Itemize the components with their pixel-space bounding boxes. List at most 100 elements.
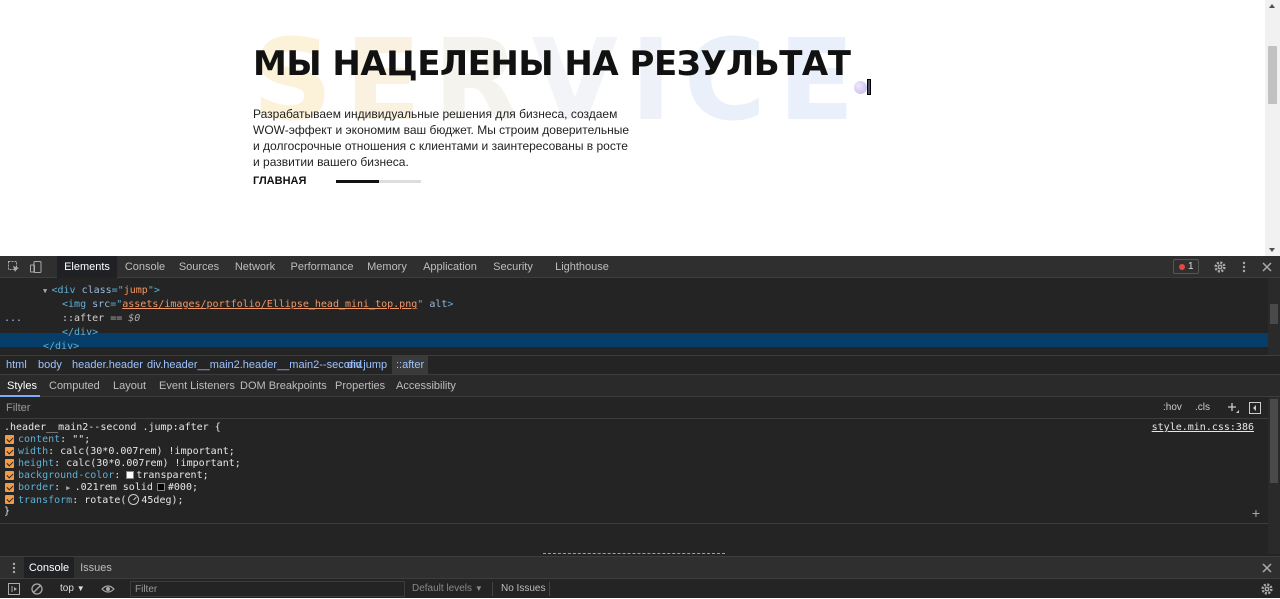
tab-elements[interactable]: Elements [57,256,117,278]
error-count: 1 [1188,261,1194,272]
breadcrumb-header-main2[interactable]: div.header__main2.header__main2--second [147,356,362,374]
breadcrumb-html[interactable]: html [6,356,27,374]
page-scrollbar[interactable] [1265,0,1280,256]
inspect-element-icon[interactable] [7,260,21,274]
breadcrumb-after[interactable]: ::after [392,356,429,374]
jump-ellipse-image [854,81,867,94]
add-property-plus-icon[interactable]: + [1252,505,1260,521]
page-viewport: SERVICE МЫ НАЦЕЛЕНЫ НА РЕЗУЛЬТАТ Разраба… [0,0,1280,256]
hover-state-toggle[interactable]: :hov [1163,401,1182,415]
dom-node-img[interactable]: <img src="assets/images/portfolio/Ellips… [62,298,453,312]
style-rules: .header__main2--second .jump:after { sty… [0,419,1268,554]
css-decl-width[interactable]: width: calc(30*0.007rem) !important; [18,446,235,458]
tab-accessibility[interactable]: Accessibility [396,375,456,397]
clear-console-icon[interactable] [30,582,44,596]
css-decl-height[interactable]: height: calc(30*0.007rem) !important; [18,458,241,470]
drawer-menu-icon[interactable] [7,561,21,575]
log-levels-select[interactable]: Default levels ▼ [412,579,483,599]
css-decl-content[interactable]: content: ""; [18,434,90,446]
dom-gutter-dots[interactable]: ... [4,312,22,326]
drawer-tab-issues[interactable]: Issues [78,557,114,579]
tab-network[interactable]: Network [231,256,279,278]
issues-counter[interactable]: No Issues [501,579,545,599]
tab-security[interactable]: Security [491,256,535,278]
tab-console[interactable]: Console [120,256,170,278]
slider-track[interactable] [336,180,421,183]
close-drawer-icon[interactable] [1260,561,1274,575]
tab-sources[interactable]: Sources [176,256,222,278]
color-swatch-transparent[interactable] [126,471,135,479]
checkbox-height[interactable] [5,459,14,468]
angle-clock-icon[interactable] [128,494,140,505]
styles-scrollbar-thumb[interactable] [1270,399,1278,483]
tab-memory[interactable]: Memory [364,256,410,278]
settings-gear-icon[interactable] [1213,260,1227,274]
drawer-tab-console[interactable]: Console [24,557,74,579]
sidebar-tabs: Styles Computed Layout Event Listeners D… [0,375,1280,397]
dom-node-div-jump[interactable]: ▼ <div class="jump"> [43,284,160,298]
dom-tree-scrollbar[interactable] [1268,278,1280,355]
hero-title: МЫ НАЦЕЛЕНЫ НА РЕЗУЛЬТАТ [253,44,851,84]
breadcrumb: html body header.header div.header__main… [0,355,1280,375]
breadcrumb-header[interactable]: header.header [72,356,143,374]
tab-lighthouse[interactable]: Lighthouse [553,256,611,278]
new-style-rule-icon[interactable] [1226,401,1240,415]
devtools-panel: Elements Console Sources Network Perform… [0,256,1280,598]
css-decl-background-color[interactable]: background-color: transparent; [18,470,209,482]
show-sidebar-icon[interactable] [7,582,21,596]
devtools-toolbar: Elements Console Sources Network Perform… [0,256,1280,278]
error-dot-icon [1179,264,1185,270]
toggle-computed-sidebar-icon[interactable] [1248,401,1262,415]
dom-tree: ▼ <div class="jump"> <img src="assets/im… [0,278,1268,355]
console-toolbar: top ▼ Default levels ▼ No Issues [0,578,1280,598]
tab-application[interactable]: Application [419,256,481,278]
tab-properties[interactable]: Properties [335,375,385,397]
rules-divider [0,523,1268,524]
toolbar-separator [492,582,493,596]
drawer-resize-handle[interactable] [543,553,725,554]
nav-label-main[interactable]: ГЛАВНАЯ [253,175,306,187]
class-toggle[interactable]: .cls [1195,401,1210,415]
breadcrumb-body[interactable]: body [38,356,62,374]
dropdown-arrow-icon: ▼ [76,584,85,593]
tab-performance[interactable]: Performance [288,256,356,278]
breadcrumb-div-jump[interactable]: div.jump [347,356,387,374]
tab-computed[interactable]: Computed [49,375,100,397]
device-toolbar-icon[interactable] [29,260,43,274]
css-source-link[interactable]: style.min.css:386 [1152,422,1254,433]
scroll-up-arrow-icon[interactable] [1269,4,1275,8]
console-filter-input[interactable] [130,581,405,597]
color-swatch-black[interactable] [156,483,165,491]
css-decl-border[interactable]: border: ▶ .021rem solid #000; [18,482,198,494]
levels-dropdown-arrow-icon: ▼ [474,584,483,593]
tab-styles[interactable]: Styles [7,375,37,397]
dom-node-div-close-outer[interactable]: </div> [43,340,79,354]
tab-layout[interactable]: Layout [113,375,146,397]
hero-description: Разрабатываем индивидуальные решения для… [253,107,630,169]
checkbox-background-color[interactable] [5,471,14,480]
page-scrollbar-thumb[interactable] [1268,46,1277,104]
dom-node-div-close[interactable]: </div> [62,326,98,340]
styles-filter-bar: :hov .cls [0,397,1268,419]
checkbox-border[interactable] [5,483,14,492]
css-rule-selector[interactable]: .header__main2--second .jump:after { [4,422,221,434]
styles-scrollbar[interactable] [1268,397,1280,554]
context-select[interactable]: top ▼ [60,579,85,599]
dom-node-after[interactable]: ::after == $0 [62,312,140,326]
checkbox-transform[interactable] [5,495,14,504]
css-decl-transform[interactable]: transform: rotate(45deg); [18,494,184,506]
expand-triangle-icon[interactable]: ▶ [66,484,74,492]
live-expression-eye-icon[interactable] [101,582,115,596]
close-devtools-icon[interactable] [1260,260,1274,274]
scroll-down-arrow-icon[interactable] [1269,248,1275,252]
tab-event-listeners[interactable]: Event Listeners [159,375,235,397]
dom-selected-row-highlight[interactable] [0,333,1268,347]
tab-dom-breakpoints[interactable]: DOM Breakpoints [240,375,327,397]
checkbox-content[interactable] [5,435,14,444]
dom-tree-scrollbar-thumb[interactable] [1270,304,1278,324]
error-count-badge[interactable]: 1 [1173,259,1199,274]
styles-filter-input[interactable] [0,397,1150,418]
console-settings-gear-icon[interactable] [1260,582,1274,596]
more-options-icon[interactable] [1237,260,1251,274]
checkbox-width[interactable] [5,447,14,456]
